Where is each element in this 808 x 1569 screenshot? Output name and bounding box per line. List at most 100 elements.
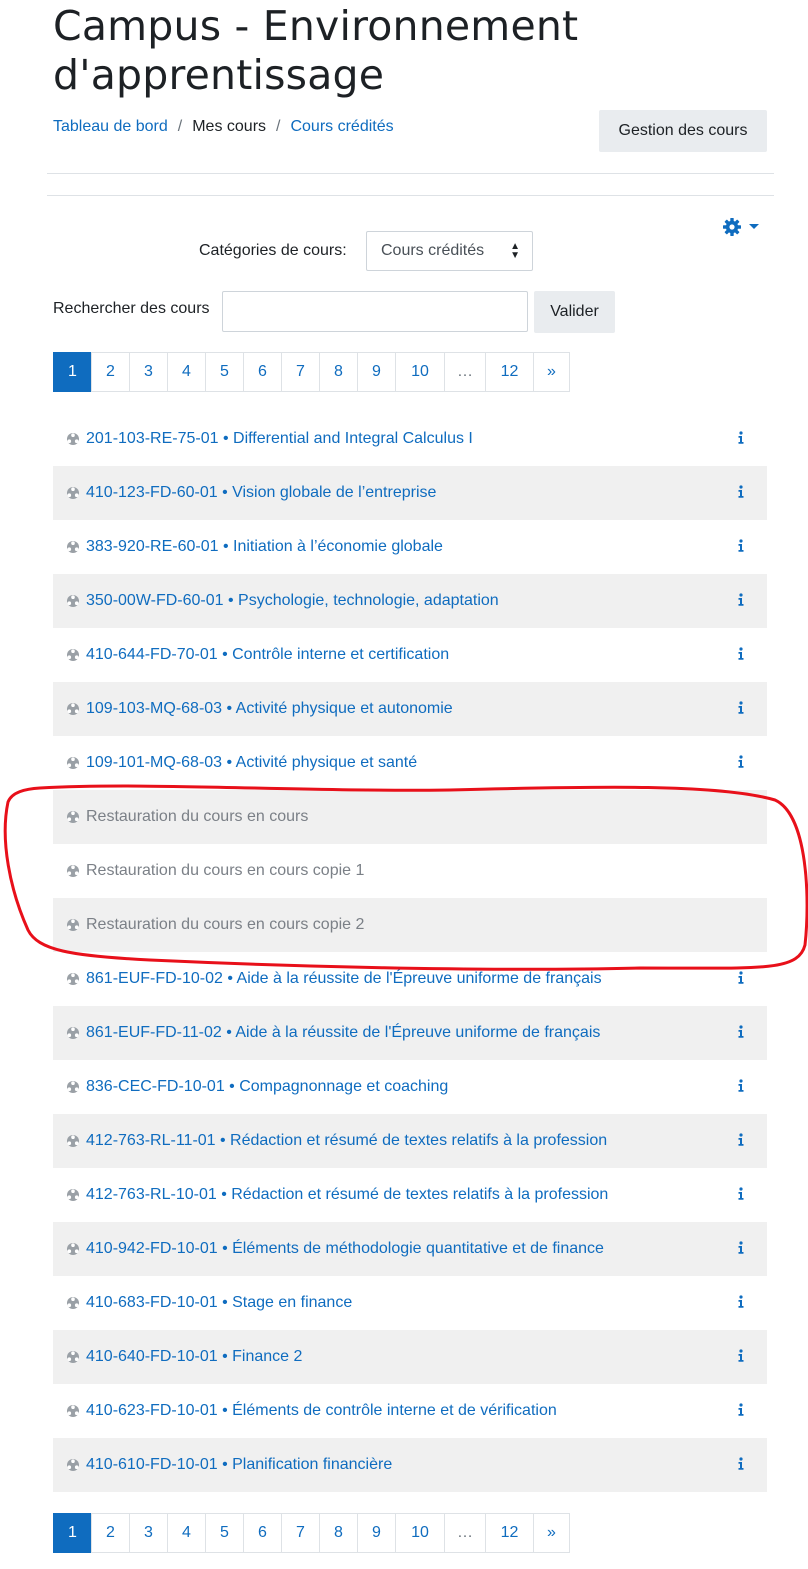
course-link[interactable]: 201-103-RE-75-01 • Differential and Inte… bbox=[86, 430, 473, 448]
page-link-10[interactable]: 10 bbox=[395, 1513, 445, 1553]
course-link[interactable]: 861-EUF-FD-11-02 • Aide à la réussite de… bbox=[86, 1024, 600, 1042]
page-link-7[interactable]: 7 bbox=[281, 352, 320, 392]
course-icon bbox=[66, 1080, 80, 1094]
category-select[interactable]: Cours crédités ▲ ▼ bbox=[366, 231, 533, 271]
breadcrumb-mes-cours: Mes cours bbox=[192, 118, 267, 135]
info-icon[interactable] bbox=[737, 1457, 745, 1471]
course-icon bbox=[66, 648, 80, 662]
course-icon bbox=[66, 594, 80, 608]
course-row: 109-101-MQ-68-03 • Activité physique et … bbox=[53, 736, 767, 790]
course-link[interactable]: 861-EUF-FD-10-02 • Aide à la réussite de… bbox=[86, 970, 602, 988]
course-row: 410-623-FD-10-01 • Éléments de contrôle … bbox=[53, 1384, 767, 1438]
info-icon[interactable] bbox=[737, 1025, 745, 1039]
course-row: 412-763-RL-10-01 • Rédaction et résumé d… bbox=[53, 1168, 767, 1222]
course-row: 861-EUF-FD-11-02 • Aide à la réussite de… bbox=[53, 1006, 767, 1060]
info-icon[interactable] bbox=[737, 1079, 745, 1093]
info-icon[interactable] bbox=[737, 701, 745, 715]
page-title: Campus - Environnement d'apprentissage bbox=[53, 2, 579, 99]
search-submit-button[interactable]: Valider bbox=[534, 291, 615, 333]
course-row: 383-920-RE-60-01 • Initiation à l’économ… bbox=[53, 520, 767, 574]
course-link[interactable]: 410-123-FD-60-01 • Vision globale de l’e… bbox=[86, 484, 436, 502]
pagination-ellipsis: … bbox=[444, 1513, 486, 1553]
course-icon bbox=[66, 1134, 80, 1148]
page-link-5[interactable]: 5 bbox=[205, 352, 244, 392]
manage-courses-button[interactable]: Gestion des cours bbox=[599, 110, 767, 152]
info-icon[interactable] bbox=[737, 1133, 745, 1147]
page-link-8[interactable]: 8 bbox=[319, 352, 358, 392]
info-icon[interactable] bbox=[737, 1403, 745, 1417]
course-link[interactable]: 383-920-RE-60-01 • Initiation à l’économ… bbox=[86, 538, 443, 556]
breadcrumb-tableau-de-bord[interactable]: Tableau de bord bbox=[53, 118, 168, 136]
search-input[interactable] bbox=[222, 291, 528, 332]
course-icon bbox=[66, 1296, 80, 1310]
info-icon[interactable] bbox=[737, 755, 745, 769]
page-link-2[interactable]: 2 bbox=[91, 1513, 130, 1553]
page-link-12[interactable]: 12 bbox=[485, 352, 534, 392]
course-icon bbox=[66, 864, 80, 878]
course-row: 410-640-FD-10-01 • Finance 2 bbox=[53, 1330, 767, 1384]
page-link-4[interactable]: 4 bbox=[167, 352, 206, 392]
course-link[interactable]: 410-942-FD-10-01 • Éléments de méthodolo… bbox=[86, 1240, 604, 1258]
page-link-9[interactable]: 9 bbox=[357, 1513, 396, 1553]
course-row: 201-103-RE-75-01 • Differential and Inte… bbox=[53, 412, 767, 466]
course-link[interactable]: 412-763-RL-11-01 • Rédaction et résumé d… bbox=[86, 1132, 607, 1150]
breadcrumb-cours-credites[interactable]: Cours crédités bbox=[290, 118, 393, 136]
info-icon[interactable] bbox=[737, 1295, 745, 1309]
course-link[interactable]: Restauration du cours en cours bbox=[86, 808, 308, 826]
course-row: 836-CEC-FD-10-01 • Compagnonnage et coac… bbox=[53, 1060, 767, 1114]
course-icon bbox=[66, 540, 80, 554]
course-link[interactable]: 410-683-FD-10-01 • Stage en finance bbox=[86, 1294, 352, 1312]
page-link-8[interactable]: 8 bbox=[319, 1513, 358, 1553]
info-icon[interactable] bbox=[737, 1187, 745, 1201]
course-icon bbox=[66, 1026, 80, 1040]
course-icon bbox=[66, 918, 80, 932]
info-icon[interactable] bbox=[737, 485, 745, 499]
page-link-12[interactable]: 12 bbox=[485, 1513, 534, 1553]
info-icon[interactable] bbox=[737, 431, 745, 445]
course-icon bbox=[66, 810, 80, 824]
course-link[interactable]: 410-623-FD-10-01 • Éléments de contrôle … bbox=[86, 1402, 557, 1420]
course-row: 410-942-FD-10-01 • Éléments de méthodolo… bbox=[53, 1222, 767, 1276]
course-link[interactable]: 109-101-MQ-68-03 • Activité physique et … bbox=[86, 754, 417, 772]
page-link-3[interactable]: 3 bbox=[129, 352, 168, 392]
info-icon[interactable] bbox=[737, 971, 745, 985]
page-link-10[interactable]: 10 bbox=[395, 352, 445, 392]
page-link-1[interactable]: 1 bbox=[53, 1513, 92, 1553]
page-link-1[interactable]: 1 bbox=[53, 352, 92, 392]
course-link[interactable]: 836-CEC-FD-10-01 • Compagnonnage et coac… bbox=[86, 1078, 448, 1096]
next-page-link[interactable]: » bbox=[533, 1513, 570, 1553]
page-link-3[interactable]: 3 bbox=[129, 1513, 168, 1553]
course-link[interactable]: Restauration du cours en cours copie 2 bbox=[86, 916, 364, 934]
divider bbox=[47, 173, 774, 174]
course-row: Restauration du cours en cours copie 1 bbox=[53, 844, 767, 898]
info-icon[interactable] bbox=[737, 1349, 745, 1363]
course-link[interactable]: 350-00W-FD-60-01 • Psychologie, technolo… bbox=[86, 592, 499, 610]
course-row: 109-103-MQ-68-03 • Activité physique et … bbox=[53, 682, 767, 736]
page-link-4[interactable]: 4 bbox=[167, 1513, 206, 1553]
info-icon[interactable] bbox=[737, 593, 745, 607]
course-link[interactable]: 412-763-RL-10-01 • Rédaction et résumé d… bbox=[86, 1186, 608, 1204]
course-row: 410-683-FD-10-01 • Stage en finance bbox=[53, 1276, 767, 1330]
page-link-5[interactable]: 5 bbox=[205, 1513, 244, 1553]
page-link-2[interactable]: 2 bbox=[91, 352, 130, 392]
course-link[interactable]: Restauration du cours en cours copie 1 bbox=[86, 862, 364, 880]
page-link-6[interactable]: 6 bbox=[243, 352, 282, 392]
page-link-9[interactable]: 9 bbox=[357, 352, 396, 392]
pagination-top: 1 2 3 4 5 6 7 8 9 10… 12» bbox=[53, 352, 570, 392]
course-link[interactable]: 410-610-FD-10-01 • Planification financi… bbox=[86, 1456, 392, 1474]
course-link[interactable]: 410-644-FD-70-01 • Contrôle interne et c… bbox=[86, 646, 449, 664]
page-link-7[interactable]: 7 bbox=[281, 1513, 320, 1553]
info-icon[interactable] bbox=[737, 647, 745, 661]
settings-menu-button[interactable] bbox=[722, 214, 770, 240]
course-icon bbox=[66, 972, 80, 986]
info-icon[interactable] bbox=[737, 539, 745, 553]
page-link-6[interactable]: 6 bbox=[243, 1513, 282, 1553]
course-row: 350-00W-FD-60-01 • Psychologie, technolo… bbox=[53, 574, 767, 628]
course-link[interactable]: 410-640-FD-10-01 • Finance 2 bbox=[86, 1348, 302, 1366]
caret-down-icon bbox=[749, 224, 759, 229]
course-link[interactable]: 109-103-MQ-68-03 • Activité physique et … bbox=[86, 700, 453, 718]
divider bbox=[47, 195, 774, 196]
breadcrumb: Tableau de bord / Mes cours / Cours créd… bbox=[53, 118, 394, 136]
next-page-link[interactable]: » bbox=[533, 352, 570, 392]
info-icon[interactable] bbox=[737, 1241, 745, 1255]
